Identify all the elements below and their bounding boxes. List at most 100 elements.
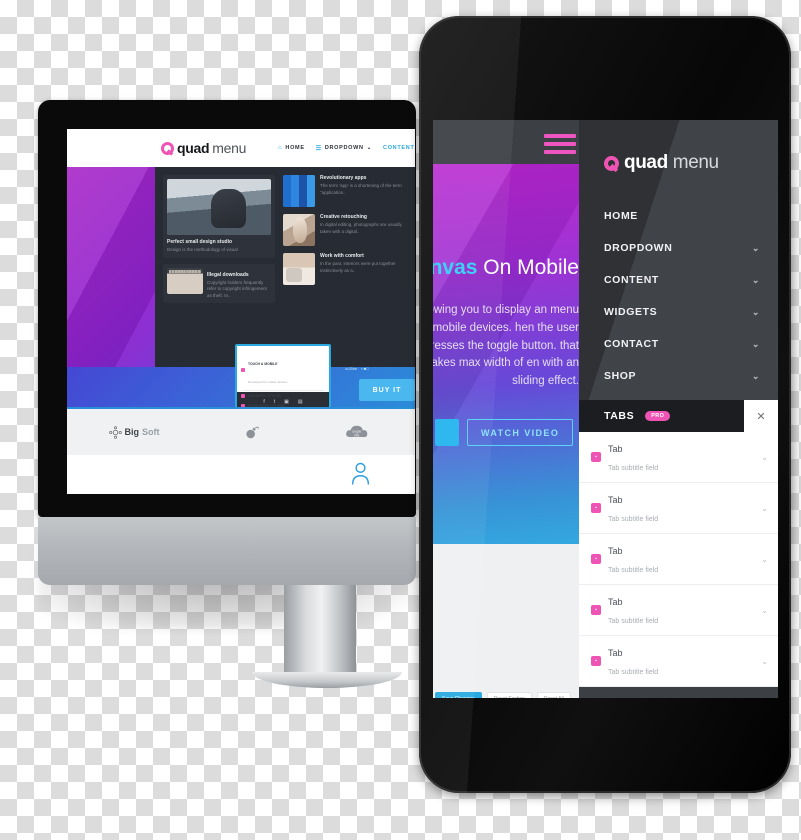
tab-icon: ▪: [591, 605, 601, 615]
menu-item-home[interactable]: HOME: [579, 200, 778, 232]
desktop-phone-mockup: TOUCH & MOBILE Developed for mobile devi…: [235, 344, 331, 409]
chevron-down-icon[interactable]: ⌄: [761, 555, 768, 564]
chevron-down-icon[interactable]: ⌄: [752, 243, 760, 254]
hamburger-menu-icon[interactable]: [544, 134, 576, 158]
mega-second-card[interactable]: Illegal downloads Copyright holders freq…: [163, 263, 275, 304]
menu-item-contact[interactable]: CONTACT ⌄: [579, 328, 778, 360]
nav-item-home-label: HOME: [285, 145, 305, 151]
iphone-screen: ...nvas On Mobile ...llowing you to disp…: [433, 120, 778, 698]
tabs-header[interactable]: TABS PRO ✕: [579, 400, 778, 432]
chevron-down-icon[interactable]: ⌄: [761, 504, 768, 513]
facebook-icon[interactable]: f: [263, 399, 264, 405]
brand-name-bold: Big: [124, 427, 140, 437]
tab-icon: ▪: [591, 503, 601, 513]
menu-item-content[interactable]: CONTENT ⌄: [579, 264, 778, 296]
chevron-down-icon[interactable]: ⌄: [761, 453, 768, 462]
chevron-down-icon[interactable]: ⌄: [752, 275, 760, 286]
mega-item-title: Work with comfort: [320, 253, 364, 259]
mobile-hero-heading: ...nvas On Mobile: [433, 256, 579, 280]
reset-all-button[interactable]: Reset All: [536, 692, 571, 698]
tab-row-title: Tab: [608, 495, 623, 505]
mobile-hero: ...nvas On Mobile ...llowing you to disp…: [433, 164, 579, 544]
watch-video-button[interactable]: WATCH VIDEO: [467, 419, 574, 446]
nav-item-content-label: CONTENT: [383, 145, 415, 151]
menu-item-widgets[interactable]: WIDGETS ⌄: [579, 296, 778, 328]
desktop-logo-light: menu: [212, 140, 247, 156]
mega-item-title: Creative retouching: [320, 214, 367, 220]
menu-item-label: WIDGETS: [604, 306, 658, 318]
imac-stand-foot: [252, 672, 402, 688]
mobile-hero-buttons: WATCH VIDEO: [435, 419, 574, 446]
desktop-navbar: quad menu ⌂ HOME ☰ DROPDOWN ⌄ CONTENT ×: [67, 129, 415, 167]
mega-list-item[interactable]: Revolutionary apps The term 'app' is a s…: [283, 175, 405, 207]
offcanvas-logo[interactable]: quad menu: [579, 120, 778, 174]
tab-icon: ▪: [591, 554, 601, 564]
offcanvas-menu: quad menu HOME DROPDOWN ⌄ CONTENT ⌄ WIDG…: [579, 120, 778, 698]
tab-row-subtitle: Tab subtitle field: [608, 669, 659, 676]
tab-row-title: Tab: [608, 597, 623, 607]
tab-row[interactable]: ▪ Tab Tab subtitle field ⌄: [579, 432, 778, 483]
tab-row[interactable]: ▪ Tab Tab subtitle field ⌄: [579, 483, 778, 534]
menu-item-dropdown[interactable]: DROPDOWN ⌄: [579, 232, 778, 264]
save-changes-button[interactable]: Save Changes: [435, 692, 482, 698]
svg-text:city: city: [353, 433, 359, 437]
chevron-down-icon[interactable]: ⌄: [752, 371, 760, 382]
bomb-logo-icon: [245, 426, 259, 439]
phone-mockup-row-title: UNLIMITED STYLES: [248, 393, 281, 398]
menu-item-shop[interactable]: SHOP ⌄: [579, 360, 778, 392]
menu-item-label: SHOP: [604, 370, 637, 382]
nav-item-home[interactable]: ⌂ HOME: [278, 145, 305, 151]
tab-row[interactable]: ▪ Tab Tab subtitle field ⌄: [579, 636, 778, 687]
mega-featured-card[interactable]: Perfect small design studio Design is th…: [163, 175, 275, 258]
buy-it-button[interactable]: BUY IT: [359, 379, 415, 401]
mega-list-item[interactable]: Work with comfort In the past, interiors…: [283, 253, 405, 285]
brand-name-light: Soft: [142, 427, 160, 437]
linkedin-icon[interactable]: ▤: [298, 399, 303, 405]
quadmenu-q-icon: [161, 141, 174, 155]
desktop-logo-bold: quad: [177, 140, 210, 156]
mega-item-title: Revolutionary apps: [320, 175, 367, 181]
tab-row-subtitle: Tab subtitle field: [608, 567, 659, 574]
nav-item-dropdown[interactable]: ☰ DROPDOWN ⌄: [316, 145, 372, 152]
quadmenu-q-icon: [604, 155, 619, 171]
imac-device: Perfect small design studio Design is th…: [38, 100, 438, 688]
mega-list-item[interactable]: Creative retouching In digital editing, …: [283, 214, 405, 246]
chevron-down-icon[interactable]: ⌄: [752, 307, 760, 318]
tab-row[interactable]: ▪ Tab Tab subtitle field ⌄: [579, 534, 778, 585]
desktop-hero: Perfect small design studio Design is th…: [67, 167, 415, 367]
google-icon[interactable]: ▣: [284, 399, 289, 405]
promo-tag: ▪ ■□: [361, 366, 369, 371]
mega-second-title: Illegal downloads: [207, 271, 249, 278]
close-icon[interactable]: ✕: [744, 400, 778, 432]
mobile-hero-primary-button[interactable]: [435, 419, 459, 446]
mega-item-desc: The term 'app' is a shortening of the te…: [320, 183, 402, 195]
chevron-down-icon[interactable]: ⌄: [761, 606, 768, 615]
chevron-down-icon[interactable]: ⌄: [761, 657, 768, 666]
promo-tag: \u25be: [345, 366, 358, 371]
twitter-icon[interactable]: t: [274, 399, 275, 405]
interior-sofa-photo: [283, 253, 315, 285]
phone-mockup-list: TOUCH & MOBILE Developed for mobile devi…: [237, 346, 329, 407]
tab-row-subtitle: Tab subtitle field: [608, 516, 659, 523]
imac-screen: Perfect small design studio Design is th…: [67, 129, 415, 494]
offcanvas-social-bar: 𝐟 🐦 ◤ ▣ ❨: [579, 687, 778, 698]
pro-badge: PRO: [645, 411, 671, 421]
tab-row[interactable]: ▪ Tab Tab subtitle field ⌄: [579, 585, 778, 636]
mobile-admin-buttons: Save Changes Reset Section Reset All: [433, 692, 579, 698]
brand-logo-sugarcity: sugar city: [344, 424, 374, 441]
desktop-mega-menu[interactable]: Perfect small design studio Design is th…: [155, 167, 415, 367]
offcanvas-logo-bold: quad: [624, 152, 668, 173]
brand-logo-bigsoft: Big Soft: [108, 425, 160, 439]
desktop-logo[interactable]: quad menu: [161, 140, 246, 156]
imac-stand-neck: [284, 585, 356, 678]
mobile-lower-section: Save Changes Reset Section Reset All: [433, 544, 579, 698]
mega-item-desc: In digital editing, photographs are usua…: [320, 222, 402, 234]
nav-item-content[interactable]: CONTENT ×: [383, 145, 415, 151]
mega-left-column: Perfect small design studio Design is th…: [163, 175, 275, 359]
reset-section-button[interactable]: Reset Section: [486, 692, 532, 698]
menu-item-label: CONTENT: [604, 274, 659, 286]
chevron-down-icon[interactable]: ⌄: [752, 339, 760, 350]
mega-right-column: Revolutionary apps The term 'app' is a s…: [283, 175, 405, 359]
tab-row-title: Tab: [608, 648, 623, 658]
phone-mockup-row[interactable]: TOUCH & MOBILE Developed for mobile devi…: [241, 349, 325, 391]
